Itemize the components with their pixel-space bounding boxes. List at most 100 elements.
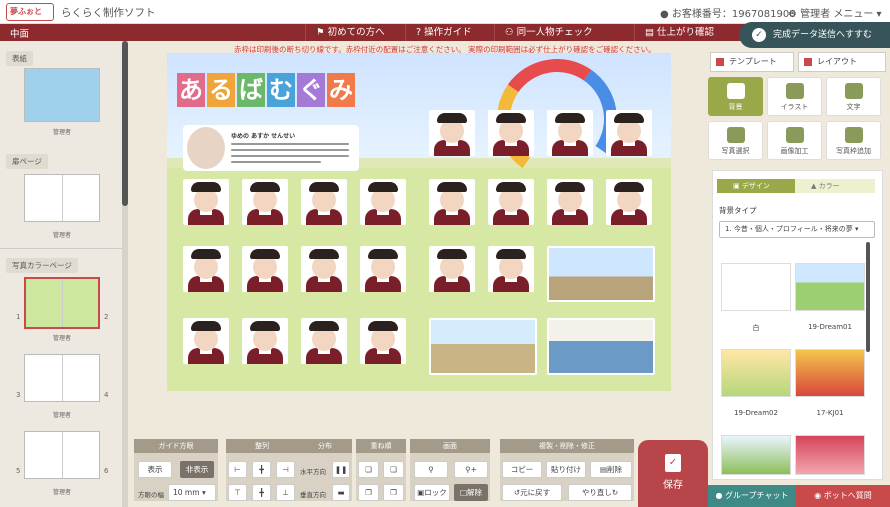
ask-bot-button[interactable]: ◉ ボットへ質問 — [796, 485, 890, 507]
save-icon: ✓ — [665, 454, 681, 472]
nav-guide[interactable]: ? 操作ガイド — [405, 24, 472, 41]
student-photo[interactable] — [183, 179, 229, 234]
nav-first-time[interactable]: ⚑ 初めての方へ — [305, 24, 385, 41]
distribute-horizontal-icon[interactable]: ❚❚ — [332, 461, 350, 478]
page-1-2-thumbnail[interactable] — [24, 277, 100, 329]
teacher-profile[interactable]: ゆめの あすか せんせい — [183, 125, 359, 171]
align-bottom-icon[interactable]: ⊥ — [276, 484, 295, 501]
bot-icon: ◉ — [814, 491, 822, 500]
bg-thumbnail[interactable] — [795, 349, 865, 397]
page-5-6-thumbnail[interactable] — [24, 431, 100, 479]
tab-design[interactable]: ▣ デザイン — [717, 179, 795, 193]
student-photo[interactable] — [360, 179, 406, 234]
layout-icon — [804, 58, 812, 66]
tile-text[interactable]: 文字 — [826, 77, 881, 116]
sidebar-divider — [0, 248, 122, 249]
bg-thumbnail[interactable] — [721, 349, 791, 397]
bg-thumbnail[interactable] — [795, 435, 865, 475]
save-button[interactable]: ✓ 保存 — [638, 440, 708, 507]
lock-button[interactable]: ▣ロック — [414, 484, 450, 501]
grid-width-select[interactable]: 10 mm ▾ — [168, 484, 216, 501]
student-photo[interactable] — [360, 318, 406, 373]
zoom-in-icon[interactable]: ⚲+ — [454, 461, 488, 478]
tile-image-edit[interactable]: 画像加工 — [767, 121, 822, 160]
cover-thumbnail[interactable] — [24, 68, 100, 122]
message-line — [231, 161, 321, 163]
student-photo[interactable] — [429, 110, 475, 165]
student-photo[interactable] — [183, 318, 229, 373]
page-3-4-thumbnail[interactable] — [24, 354, 100, 402]
tile-photo-select[interactable]: 写真選択 — [708, 121, 763, 160]
align-top-icon[interactable]: ⊤ — [228, 484, 247, 501]
zoom-out-icon[interactable]: ⚲ — [414, 461, 448, 478]
tab-color[interactable]: ▲ カラー — [795, 179, 875, 193]
copy-button[interactable]: コピー — [502, 461, 542, 478]
student-photo[interactable] — [301, 179, 347, 234]
page-number: 1 — [16, 313, 21, 321]
grid-show-button[interactable]: 表示 — [138, 461, 172, 478]
help-icon: ? — [416, 27, 422, 38]
playground-photo[interactable] — [429, 318, 537, 375]
distribute-vertical-icon[interactable]: ▬ — [332, 484, 350, 501]
send-back-icon[interactable]: ❐ — [383, 484, 404, 501]
tab-template[interactable]: テンプレート — [710, 52, 794, 72]
group-chat-button[interactable]: ● グループチャット — [708, 485, 796, 507]
bg-thumbnail[interactable] — [795, 263, 865, 311]
student-photo[interactable] — [242, 318, 288, 373]
student-photo[interactable] — [242, 179, 288, 234]
paste-button[interactable]: 貼り付け — [546, 461, 586, 478]
student-photo[interactable] — [606, 179, 652, 234]
student-photo[interactable] — [488, 179, 534, 234]
message-line — [231, 149, 349, 151]
bg-type-select[interactable]: 1. 今昔・個人・プロフィール・将来の夢 ▾ — [719, 221, 875, 238]
people-icon: ⚇ — [505, 27, 514, 38]
tile-illustration[interactable]: イラスト — [767, 77, 822, 116]
message-line — [231, 143, 349, 145]
right-scrollbar[interactable] — [866, 242, 870, 352]
align-left-icon[interactable]: ⊢ — [228, 461, 247, 478]
student-photo[interactable] — [547, 179, 593, 234]
tile-add-photo-frame[interactable]: 写真枠追加 — [826, 121, 881, 160]
page-canvas[interactable]: あるばむぐみ ゆめの あすか せんせい — [167, 53, 671, 391]
school-building-photo[interactable] — [547, 246, 655, 302]
bg-thumbnail[interactable] — [721, 435, 791, 475]
student-photo[interactable] — [360, 246, 406, 301]
align-middle-icon[interactable]: ╋ — [252, 484, 271, 501]
class-title[interactable]: あるばむぐみ — [177, 73, 357, 107]
undo-button[interactable]: ↺元に戻す — [502, 484, 562, 501]
send-data-button[interactable]: ✓ 完成データ送信へすすむ — [739, 22, 890, 48]
align-center-icon[interactable]: ╋ — [252, 461, 271, 478]
align-right-icon[interactable]: ⊣ — [276, 461, 295, 478]
student-photo[interactable] — [429, 246, 475, 301]
unlock-icon: □ — [459, 488, 468, 497]
bring-front-icon[interactable]: ❏ — [358, 461, 379, 478]
student-photo[interactable] — [301, 318, 347, 373]
check-icon: ✓ — [752, 28, 766, 42]
grid-hide-button[interactable]: 非表示 — [180, 461, 214, 478]
unlock-button[interactable]: □解除 — [454, 484, 488, 501]
redo-button[interactable]: やり直し↻ — [568, 484, 632, 501]
student-photo[interactable] — [301, 246, 347, 301]
student-photo[interactable] — [488, 110, 534, 165]
send-backward-icon[interactable]: ❐ — [358, 484, 379, 501]
section-cover: 表紙 — [6, 51, 33, 66]
student-photo[interactable] — [488, 246, 534, 301]
admin-menu-button[interactable]: ⚙ 管理者 メニュー ▾ — [788, 5, 882, 20]
nav-same-person-check[interactable]: ⚇ 同一人物チェック — [494, 24, 593, 41]
student-photo[interactable] — [429, 179, 475, 234]
chevron-down-icon: ▾ — [201, 488, 206, 497]
bring-forward-icon[interactable]: ❏ — [383, 461, 404, 478]
bg-thumbnail[interactable] — [721, 263, 791, 311]
student-photo[interactable] — [547, 110, 593, 165]
tile-background[interactable]: 背景 — [708, 77, 763, 116]
student-photo[interactable] — [183, 246, 229, 301]
door-thumbnail[interactable] — [24, 174, 100, 222]
classroom-photo[interactable] — [547, 318, 655, 375]
student-photo[interactable] — [606, 110, 652, 165]
book-icon: ▤ — [645, 27, 654, 38]
student-photo[interactable] — [242, 246, 288, 301]
tab-layout[interactable]: レイアウト — [798, 52, 886, 72]
bg-caption: 19-Dream02 — [734, 409, 778, 417]
nav-finish-check[interactable]: ▤ 仕上がり確認 — [634, 24, 714, 41]
delete-button[interactable]: ▤削除 — [590, 461, 632, 478]
